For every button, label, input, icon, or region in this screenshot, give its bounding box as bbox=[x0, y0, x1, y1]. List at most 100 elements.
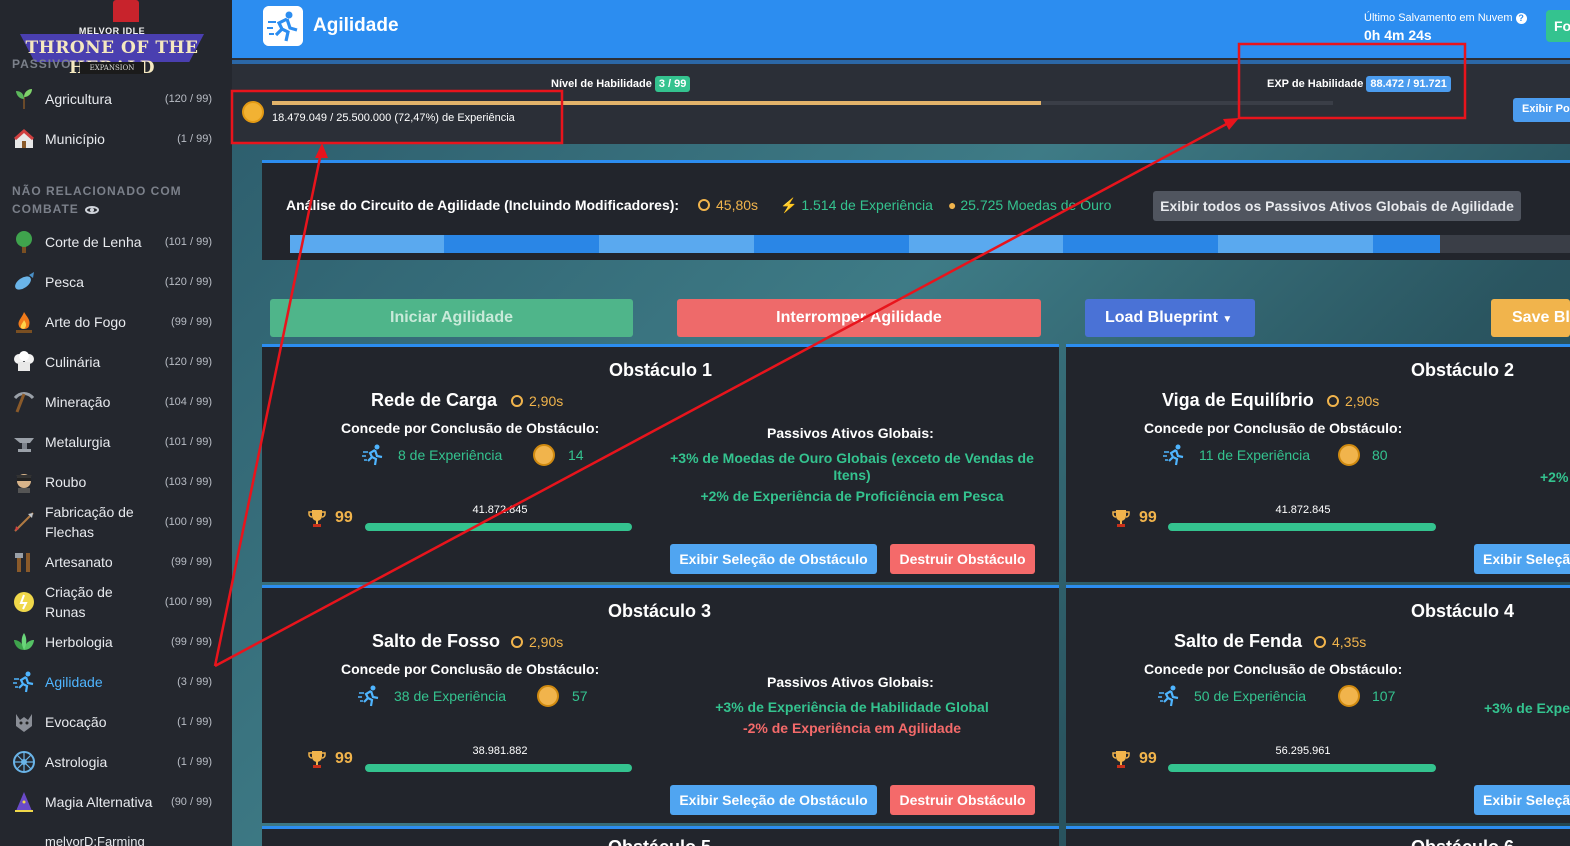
fishing-icon bbox=[15, 272, 34, 290]
show-pool-button[interactable]: Exibir Po bbox=[1513, 98, 1570, 122]
circuit-xp: ⚡ 1.514 de Experiência bbox=[780, 197, 933, 214]
obstacle-time-value: 2,90s bbox=[529, 634, 564, 650]
mastery-xp: 41.872.845 bbox=[472, 504, 528, 516]
sidebar-item-township[interactable]: Município (1 / 99) bbox=[0, 119, 232, 159]
passive-penalty: -2% de Experiência em Agilidade bbox=[742, 720, 962, 736]
sidebar-item-alt-magic[interactable]: Magia Alternativa (90 / 99) bbox=[0, 782, 232, 822]
destroy-obstacle-button[interactable]: Destruir Obstáculo bbox=[890, 785, 1035, 815]
noncombat-section-header[interactable]: NÃO RELACIONADO COM COMBATE bbox=[12, 182, 212, 218]
sidebar-item-farming[interactable]: Agricultura (120 / 99) bbox=[0, 79, 232, 119]
obstacle-time: 2,90s bbox=[511, 634, 563, 650]
obstacle-title: Obstáculo 4 bbox=[1411, 601, 1515, 621]
sidebar-item-smithing[interactable]: Metalurgia (101 / 99) bbox=[0, 422, 232, 462]
sidebar-item-level: (1 / 99) bbox=[177, 133, 212, 145]
help-icon[interactable]: ? bbox=[1515, 13, 1527, 24]
obstacle-card: Obstáculo 2 Viga de Equilíbrio 2,90s Con… bbox=[1066, 344, 1570, 582]
sidebar-item-label: Metalurgia bbox=[45, 434, 111, 450]
stop-agility-button[interactable]: Interromper Agilidade bbox=[677, 299, 1041, 337]
save-blueprint-button[interactable]: Save Bl bbox=[1491, 299, 1570, 337]
sidebar-item-level: (101 / 99) bbox=[164, 236, 212, 248]
sidebar-item-agility[interactable]: Agilidade (3 / 99) bbox=[0, 662, 232, 702]
sidebar-item-summoning[interactable]: Evocação (1 / 99) bbox=[0, 702, 232, 742]
eye-icon[interactable] bbox=[84, 205, 99, 214]
view-obstacle-selection-button[interactable]: Exibir Seleção de Obstáculo bbox=[670, 544, 877, 574]
passive-section-header: PASSIVO bbox=[12, 57, 72, 71]
obstacle-name: Salto de Fosso bbox=[372, 631, 501, 651]
passive-bonus: +3% de Experiência de Habilidade Global bbox=[715, 699, 989, 715]
runecrafting-icon bbox=[14, 592, 34, 612]
passive-bonus: +3% de Moedas de Ouro Globais (exceto de… bbox=[670, 450, 1034, 483]
circuit-segment bbox=[1373, 235, 1440, 253]
mastery-bar bbox=[1168, 523, 1436, 531]
agility-xp-icon bbox=[362, 444, 383, 466]
show-all-passives-button[interactable]: Exibir todos os Passivos Ativos Globais … bbox=[1153, 191, 1521, 221]
circuit-segment bbox=[909, 235, 1063, 253]
circuit-progress-bar bbox=[290, 235, 1570, 253]
destroy-obstacle-button[interactable]: Destruir Obstáculo bbox=[890, 544, 1035, 574]
township-icon bbox=[14, 128, 34, 148]
passive-bonus: +2% bbox=[1540, 469, 1569, 485]
sidebar-item-crafting[interactable]: Artesanato (99 / 99) bbox=[0, 542, 232, 582]
sidebar-item-astrology[interactable]: Astrologia (1 / 99) bbox=[0, 742, 232, 782]
passives-header: Passivos Ativos Globais: bbox=[767, 674, 934, 690]
cloud-save-label-text: Último Salvamento em Nuvem bbox=[1364, 12, 1513, 24]
sidebar-item-label: Criação de Runas bbox=[45, 584, 113, 620]
clock-icon bbox=[1314, 636, 1326, 648]
obstacle-name: Rede de Carga bbox=[371, 390, 498, 410]
sidebar-item-label: Mineração bbox=[45, 394, 111, 410]
sidebar-item-herblore[interactable]: Herbologia (99 / 99) bbox=[0, 622, 232, 662]
clock-icon bbox=[511, 636, 523, 648]
circuit-segment bbox=[1218, 235, 1373, 253]
start-agility-button[interactable]: Iniciar Agilidade bbox=[270, 299, 633, 337]
view-obstacle-selection-button[interactable]: Exibir Seleção de Obstáculo bbox=[670, 785, 877, 815]
obstacle-grants-label: Concede por Conclusão de Obstáculo: bbox=[341, 661, 600, 677]
view-obstacle-selection-button[interactable]: Exibir Seleçã bbox=[1474, 544, 1570, 574]
sidebar-item-mining[interactable]: Mineração (104 / 99) bbox=[0, 382, 232, 422]
sidebar-item-cooking[interactable]: Culinária (120 / 99) bbox=[0, 342, 232, 382]
obstacle-xp: 50 de Experiência bbox=[1194, 688, 1307, 704]
sidebar-item-level: (99 / 99) bbox=[171, 556, 212, 568]
sidebar-item-level: (104 / 99) bbox=[164, 396, 212, 408]
sidebar-item-label: Artesanato bbox=[45, 554, 113, 570]
obstacle-card: Obstáculo 3 Salto de Fosso 2,90s Concede… bbox=[262, 585, 1059, 823]
skill-level-badge: 3 / 99 bbox=[654, 76, 691, 92]
sidebar-item-level: (1 / 99) bbox=[177, 756, 212, 768]
sidebar-item-runecrafting[interactable]: Criação de Runas (100 / 99) bbox=[0, 582, 232, 622]
mastery-pool-text: 18.479.049 / 25.500.000 (72,47%) de Expe… bbox=[272, 112, 515, 124]
sidebar-item-fletching[interactable]: Fabricação de Flechas (100 / 99) bbox=[0, 502, 232, 542]
alt-magic-icon bbox=[15, 792, 33, 812]
sidebar-item-thieving[interactable]: Roubo (103 / 99) bbox=[0, 462, 232, 502]
mastery-xp: 41.872.845 bbox=[1275, 504, 1331, 516]
mastery-pool-bar bbox=[272, 101, 1333, 105]
coin-icon bbox=[537, 685, 559, 707]
load-blueprint-button[interactable]: Load Blueprint ▼ bbox=[1085, 299, 1255, 337]
mining-icon bbox=[13, 392, 35, 413]
sidebar-item-fishing[interactable]: Pesca (120 / 99) bbox=[0, 262, 232, 302]
sidebar-item-farming-ns[interactable]: melvorD:Farming bbox=[0, 822, 232, 846]
sidebar-item-firemaking[interactable]: Arte do Fogo (99 / 99) bbox=[0, 302, 232, 342]
circuit-analysis-label: Análise do Circuito de Agilidade (Inclui… bbox=[286, 197, 680, 213]
obstacle-xp: 8 de Experiência bbox=[398, 447, 503, 463]
obstacle-xp: 11 de Experiência bbox=[1199, 447, 1311, 463]
sidebar-item-level: (100 / 99) bbox=[164, 516, 212, 528]
clock-icon bbox=[698, 199, 710, 211]
agility-xp-icon bbox=[1158, 685, 1179, 707]
sidebar-item-label: Fabricação de Flechas bbox=[45, 504, 134, 540]
agility-xp-icon bbox=[1163, 444, 1184, 466]
skill-level-text: Nível de Habilidade bbox=[551, 78, 652, 90]
obstacle-card: Obstáculo 4 Salto de Fenda 4,35s Concede… bbox=[1066, 585, 1570, 823]
trophy-icon bbox=[308, 510, 326, 527]
clock-icon bbox=[511, 395, 523, 407]
sidebar-item-woodcutting[interactable]: Corte de Lenha (101 / 99) bbox=[0, 222, 232, 262]
sidebar-item-level: (1 / 99) bbox=[177, 716, 212, 728]
agility-icon bbox=[13, 671, 34, 693]
sidebar-item-level: (3 / 99) bbox=[177, 676, 212, 688]
view-obstacle-selection-button[interactable]: Exibir Seleçã bbox=[1474, 785, 1570, 815]
circuit-segment bbox=[599, 235, 754, 253]
trophy-icon bbox=[1112, 510, 1130, 527]
circuit-segment bbox=[444, 235, 599, 253]
clock-icon bbox=[1327, 395, 1339, 407]
mastery-bar bbox=[365, 764, 632, 772]
focus-button[interactable]: Fo bbox=[1546, 10, 1570, 42]
sidebar-item-level: (99 / 99) bbox=[171, 316, 212, 328]
